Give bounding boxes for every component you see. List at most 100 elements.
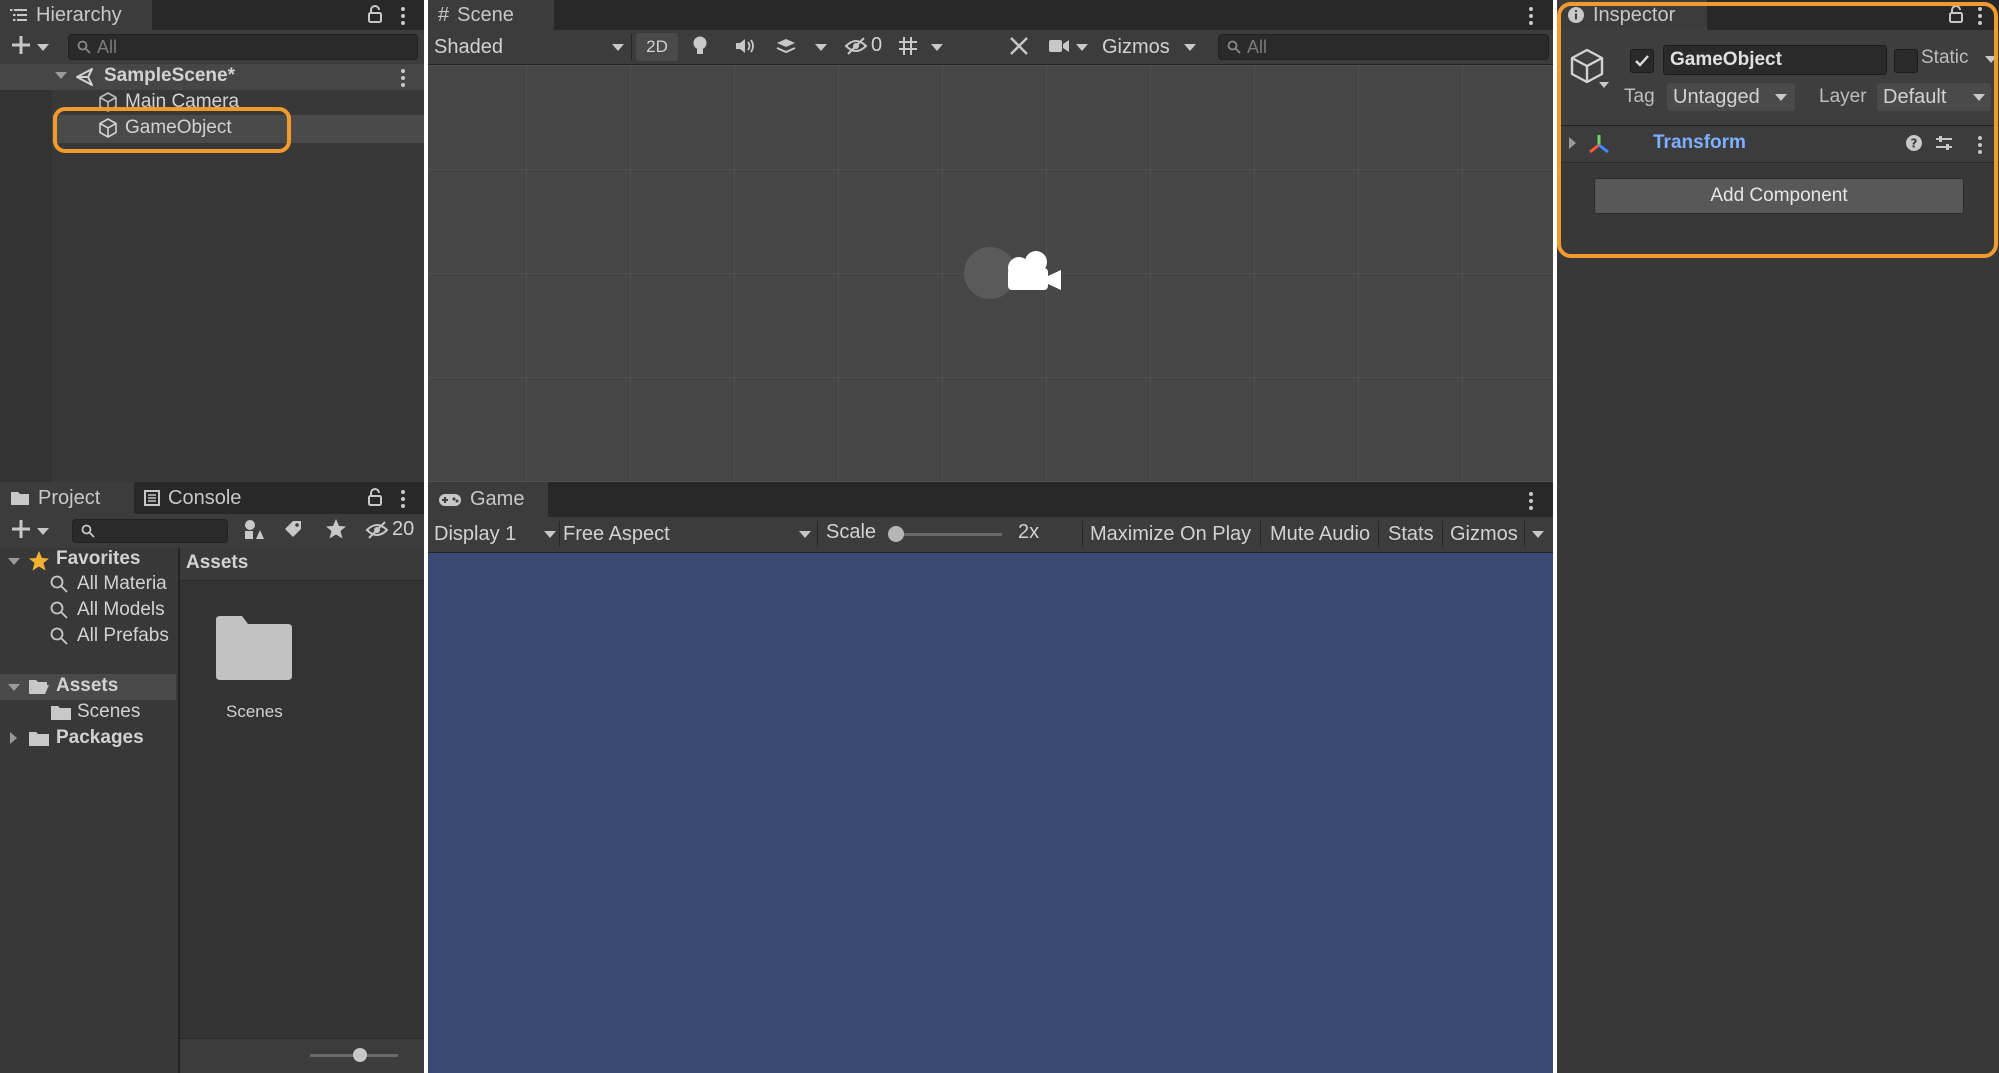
lock-icon[interactable]	[367, 488, 383, 506]
game-tab-bar	[428, 482, 1553, 517]
expand-transform-icon[interactable]	[1569, 137, 1576, 149]
search-icon	[50, 575, 68, 593]
label-tag-icon[interactable]	[283, 519, 303, 539]
tab-console[interactable]: Console	[134, 482, 264, 514]
lock-icon[interactable]	[367, 5, 383, 23]
project-menu-icon[interactable]	[401, 490, 405, 508]
hierarchy-search-input[interactable]: All	[68, 34, 418, 60]
favorite-all-materials[interactable]: All Materia	[77, 573, 167, 595]
tree-item-scenes[interactable]: Scenes	[77, 701, 140, 723]
static-checkbox[interactable]	[1894, 49, 1918, 73]
scale-slider-thumb[interactable]	[888, 526, 904, 542]
search-icon	[50, 601, 68, 619]
effects-icon[interactable]	[775, 35, 797, 57]
transform-label[interactable]: Transform	[1653, 132, 1746, 154]
static-dropdown-icon[interactable]	[1985, 56, 1997, 63]
scale-label: Scale	[826, 521, 877, 543]
favorite-all-prefabs[interactable]: All Prefabs	[77, 625, 169, 647]
tab-game[interactable]: Game	[428, 482, 548, 517]
grid-dropdown-icon[interactable]	[931, 44, 943, 51]
maximize-on-play-button[interactable]: Maximize On Play	[1090, 519, 1251, 549]
add-icon[interactable]	[10, 518, 32, 540]
favorites-label[interactable]: Favorites	[56, 548, 140, 570]
icon-dropdown-icon[interactable]	[1599, 82, 1609, 88]
tab-game-label: Game	[470, 488, 525, 510]
hidden-eye-icon[interactable]	[365, 520, 389, 540]
hierarchy-item-gameobject[interactable]: GameObject	[125, 117, 232, 139]
favorites-expand-icon[interactable]	[8, 558, 20, 565]
hierarchy-search-placeholder: All	[97, 36, 118, 57]
help-icon[interactable]: ?	[1905, 134, 1923, 152]
search-icon	[1227, 40, 1241, 54]
game-view[interactable]	[428, 553, 1553, 1073]
gameobject-cube-icon[interactable]	[1567, 46, 1607, 86]
camera-dropdown-icon[interactable]	[1076, 44, 1088, 51]
packages-expand-icon[interactable]	[10, 732, 17, 744]
tab-hierarchy[interactable]: Hierarchy	[0, 0, 152, 30]
gizmos-chevron-icon[interactable]	[1184, 44, 1196, 51]
cube-icon	[97, 91, 119, 113]
add-icon[interactable]	[10, 34, 32, 56]
game-gizmos-chevron-icon[interactable]	[1532, 531, 1544, 538]
hierarchy-menu-icon[interactable]	[401, 7, 405, 25]
transform-axes-icon	[1587, 132, 1611, 156]
tab-inspector[interactable]: Inspector	[1557, 0, 1707, 30]
star-icon	[28, 550, 50, 572]
game-menu-icon[interactable]	[1529, 492, 1533, 510]
unity-scene-icon	[74, 66, 96, 88]
project-search-input[interactable]	[72, 519, 228, 543]
assets-expand-icon[interactable]	[8, 684, 20, 691]
shading-mode-value: Shaded	[434, 35, 503, 58]
lightbulb-icon[interactable]	[690, 35, 710, 57]
aspect-dropdown[interactable]: Free Aspect	[563, 519, 811, 549]
scene-expand-icon[interactable]	[55, 72, 67, 79]
tab-inspector-label: Inspector	[1593, 3, 1676, 26]
star-icon[interactable]	[325, 518, 347, 540]
camera-icon[interactable]	[1048, 37, 1070, 55]
hierarchy-item-main-camera[interactable]: Main Camera	[125, 91, 239, 113]
mute-audio-button[interactable]: Mute Audio	[1270, 519, 1370, 549]
shading-mode-dropdown[interactable]: Shaded	[434, 32, 624, 62]
scene-menu-icon[interactable]	[1529, 7, 1533, 25]
active-checkbox[interactable]	[1630, 49, 1654, 73]
filter-type-icon[interactable]	[242, 519, 264, 541]
grid-snap-icon[interactable]	[897, 35, 919, 57]
tools-icon[interactable]	[1008, 35, 1030, 57]
transform-menu-icon[interactable]	[1978, 136, 1982, 154]
lock-icon[interactable]	[1948, 5, 1964, 23]
folder-icon	[50, 704, 72, 722]
2d-toggle-button[interactable]: 2D	[636, 33, 678, 61]
tab-project[interactable]: Project	[0, 482, 134, 514]
scene-menu-icon[interactable]	[401, 69, 405, 87]
layer-dropdown[interactable]: Default	[1877, 83, 1991, 111]
inspector-menu-icon[interactable]	[1978, 7, 1982, 25]
add-dropdown-icon[interactable]	[37, 528, 49, 535]
object-name-field[interactable]: GameObject	[1663, 45, 1887, 75]
large-folder-icon[interactable]	[214, 614, 294, 682]
presets-icon[interactable]	[1935, 134, 1953, 152]
zoom-slider-thumb[interactable]	[353, 1048, 367, 1062]
asset-folder-scenes[interactable]: Scenes	[226, 702, 283, 722]
audio-icon[interactable]	[734, 36, 756, 56]
scale-slider-track[interactable]	[892, 533, 1002, 536]
add-component-button[interactable]: Add Component	[1594, 178, 1964, 214]
effects-dropdown-icon[interactable]	[815, 44, 827, 51]
hierarchy-gutter	[0, 64, 52, 482]
stats-button[interactable]: Stats	[1388, 519, 1434, 549]
scene-camera-icon[interactable]	[1003, 248, 1065, 298]
display-dropdown[interactable]: Display 1	[434, 519, 556, 549]
scene-panel: # Scene Shaded 2D 0 Gizmos All	[428, 0, 1553, 482]
favorite-all-models[interactable]: All Models	[77, 599, 165, 621]
add-dropdown-icon[interactable]	[37, 44, 49, 51]
tab-scene[interactable]: # Scene	[428, 0, 554, 30]
scene-search-input[interactable]: All	[1218, 34, 1549, 60]
game-gizmos-button[interactable]: Gizmos	[1450, 519, 1518, 549]
tag-dropdown[interactable]: Untagged	[1667, 83, 1795, 111]
breadcrumb-assets[interactable]: Assets	[186, 552, 248, 574]
transform-component-header[interactable]	[1557, 126, 1999, 163]
static-label: Static	[1921, 47, 1969, 68]
hidden-eye-icon[interactable]	[844, 36, 868, 56]
stats-label: Stats	[1388, 522, 1434, 545]
2d-toggle-label: 2D	[646, 37, 668, 56]
tree-item-packages[interactable]: Packages	[56, 727, 144, 749]
